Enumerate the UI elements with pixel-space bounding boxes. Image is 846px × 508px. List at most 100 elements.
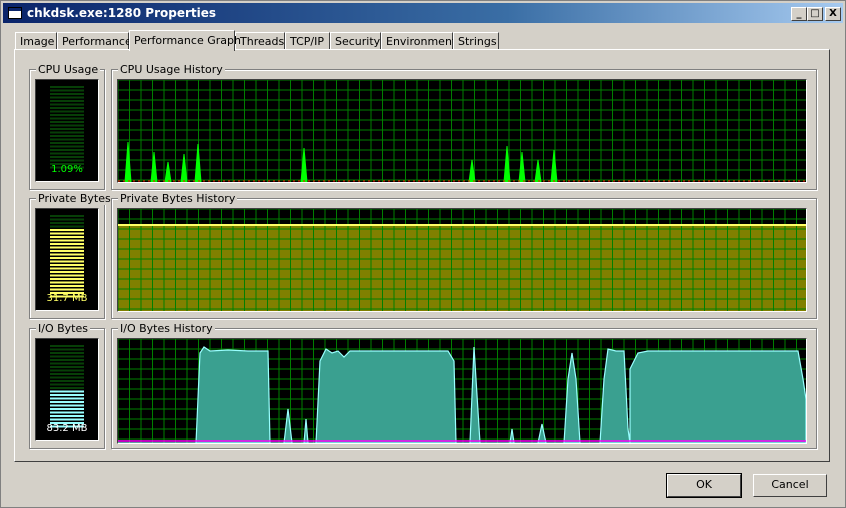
private-bytes-meter-segment (50, 246, 84, 249)
private-bytes-meter-segment (50, 215, 84, 217)
io-bytes-meter-segment (50, 408, 84, 410)
private-bytes-meter: 31.7 MB (35, 208, 99, 311)
cpu-meter-segment (50, 100, 84, 102)
cpu-meter-segment (50, 121, 84, 123)
cpu-meter-segment (50, 138, 84, 141)
cpu-meter-segment (50, 117, 84, 120)
io-bytes-meter-segment (50, 345, 84, 347)
cpu-history-graph (117, 79, 807, 183)
io-bytes-meter-segment (50, 362, 84, 365)
cpu-meter-segment (50, 128, 84, 130)
tab-image[interactable]: Image (15, 32, 57, 50)
io-bytes-label: I/O Bytes (36, 322, 90, 335)
cpu-history-spike (550, 149, 558, 182)
cpu-history-label: CPU Usage History (118, 63, 225, 76)
private-bytes-meter-segment (50, 274, 84, 277)
private-bytes-meter-segment (50, 257, 84, 259)
tab-threads[interactable]: Threads (235, 32, 285, 50)
private-bytes-meter-segment (50, 281, 84, 284)
cpu-usage-value: 1.09% (51, 164, 83, 175)
cpu-meter-segment (50, 156, 84, 158)
cancel-button[interactable]: Cancel (753, 474, 827, 497)
private-bytes-history-label: Private Bytes History (118, 192, 238, 205)
cpu-meter-segment (50, 145, 84, 148)
private-bytes-meter-segment (50, 264, 84, 266)
io-bytes-meter-segment (50, 397, 84, 400)
private-bytes-meter-segment (50, 267, 84, 270)
tab-tcpip[interactable]: TCP/IP (285, 32, 330, 50)
io-bytes-meter-segment (50, 394, 84, 396)
io-bytes-meter-segment (50, 366, 84, 368)
tab-environment[interactable]: Environment (381, 32, 456, 50)
title-bar[interactable]: chkdsk.exe:1280 Properties _ □ X (3, 3, 843, 23)
minimize-button[interactable]: _ (791, 7, 807, 21)
io-bytes-meter-segment (50, 418, 84, 421)
tab-performance[interactable]: Performance (57, 32, 132, 50)
private-bytes-meter-segment (50, 222, 84, 224)
cpu-history-spike (180, 153, 188, 182)
private-bytes-label: Private Bytes (36, 192, 113, 205)
cpu-meter-segment (50, 114, 84, 116)
private-bytes-value: 31.7 MB (46, 293, 88, 304)
tab-performance-graph[interactable]: Performance Graph (129, 30, 241, 51)
cpu-history-chart (118, 80, 806, 182)
io-bytes-meter-segment (50, 415, 84, 417)
cpu-meter-segment (50, 96, 84, 99)
private-bytes-meter-segment (50, 232, 84, 235)
cpu-history-spike (124, 141, 132, 182)
io-bytes-meter-segment (50, 383, 84, 386)
cpu-usage-label: CPU Usage (36, 63, 101, 76)
cpu-meter-segment (50, 142, 84, 144)
cpu-history-spike (534, 159, 542, 182)
window-title: chkdsk.exe:1280 Properties (27, 6, 217, 20)
cpu-history-spike (164, 161, 172, 182)
io-bytes-meter-segment (50, 380, 84, 382)
cpu-meter-segment (50, 89, 84, 92)
cpu-meter-segment (50, 93, 84, 95)
ok-button[interactable]: OK (666, 473, 742, 498)
window-icon[interactable] (8, 7, 22, 19)
close-button[interactable]: X (825, 7, 841, 21)
private-bytes-history-chart (118, 209, 806, 311)
io-bytes-meter: 83.2 MB (35, 338, 99, 441)
cpu-history-spike (518, 151, 526, 182)
cpu-meter-segment (50, 159, 84, 162)
private-bytes-meter-segment (50, 260, 84, 263)
properties-window: chkdsk.exe:1280 Properties _ □ X Image P… (0, 0, 846, 508)
io-bytes-meter-segment (50, 355, 84, 358)
private-bytes-meter-segment (50, 229, 84, 231)
io-bytes-meter-segment (50, 387, 84, 389)
io-bytes-meter-segment (50, 359, 84, 361)
private-bytes-meter-segment (50, 278, 84, 280)
private-bytes-meter-segment (50, 225, 84, 228)
private-bytes-meter-segment (50, 271, 84, 273)
cpu-meter-segment (50, 103, 84, 106)
maximize-button[interactable]: □ (807, 7, 823, 21)
io-bytes-meter-segment (50, 390, 84, 393)
io-bytes-meter-segment (50, 348, 84, 351)
io-bytes-value: 83.2 MB (46, 423, 88, 434)
private-bytes-meter-segment (50, 288, 84, 291)
cpu-meter-segment (50, 131, 84, 134)
cpu-meter-segment (50, 124, 84, 127)
io-bytes-history-chart (118, 339, 806, 443)
private-bytes-history-graph (117, 208, 807, 312)
io-bytes-meter-segment (50, 373, 84, 375)
cpu-meter-segment (50, 107, 84, 109)
private-bytes-meter-segment (50, 285, 84, 287)
tab-strings[interactable]: Strings (453, 32, 499, 50)
private-bytes-meter-segment (50, 250, 84, 252)
tab-security[interactable]: Security (330, 32, 381, 50)
cpu-meter-segment (50, 135, 84, 137)
io-bytes-meter-segment (50, 401, 84, 403)
cpu-meter-segment (50, 149, 84, 151)
cpu-meter-segment (50, 86, 84, 88)
private-bytes-meter-segment (50, 236, 84, 238)
private-bytes-meter-segment (50, 239, 84, 242)
cpu-meter-segment (50, 152, 84, 155)
io-bytes-meter-segment (50, 376, 84, 379)
io-bytes-history-label: I/O Bytes History (118, 322, 215, 335)
cpu-meter-segment (50, 110, 84, 113)
io-bytes-meter-segment (50, 369, 84, 372)
io-bytes-history-graph (117, 338, 807, 444)
